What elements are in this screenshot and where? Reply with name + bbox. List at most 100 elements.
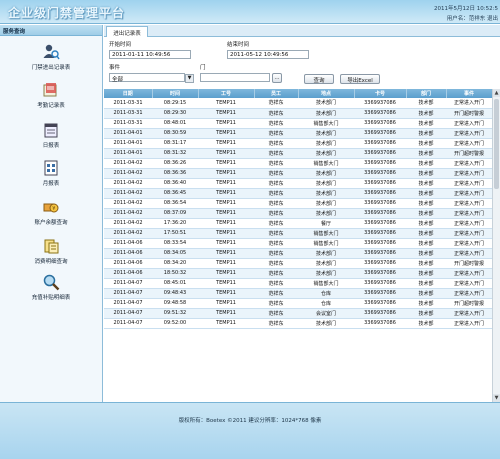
table-row[interactable]: 2011-04-02 17:50:51 TEMP11 范祥东 销售部大门 33699370… [104, 228, 492, 239]
table-cell: 技术部 [406, 238, 446, 249]
table-row[interactable]: 2011-04-02 08:37:09 TEMP11 范祥东 技术部门 336993708… [104, 208, 492, 219]
table-cell: 技术部门 [298, 268, 354, 279]
table-row[interactable]: 2011-04-02 17:36:20 TEMP11 范祥东 餐厅 3369937086 技… [104, 218, 492, 229]
event-select[interactable]: 全部 [109, 73, 185, 83]
sidebar-item-account-balance[interactable]: ¥ 账户余额查询 [0, 198, 102, 226]
door-browse-button[interactable]: ... [272, 73, 282, 83]
vertical-scrollbar[interactable]: ▲ ▼ [492, 89, 500, 402]
table-cell: 正常进入开门 [446, 178, 492, 189]
column-header: 地点 [298, 89, 355, 98]
table-cell: 技术部 [406, 98, 446, 109]
table-cell: TEMP11 [198, 268, 254, 279]
table-cell: 销售部大门 [298, 278, 354, 289]
table-cell: 技术部 [406, 118, 446, 129]
query-button[interactable]: 查询 [304, 74, 334, 84]
table-cell: 2011-03-31 [104, 98, 152, 109]
table-row[interactable]: 2011-04-06 18:50:32 TEMP11 范祥东 技术部门 336993708… [104, 268, 492, 279]
table-header-row: 日期 时间 工号 员工 地点 卡号 部门 事件 [104, 89, 493, 98]
scroll-up-arrow-icon[interactable]: ▲ [493, 89, 500, 97]
table-cell: 2011-04-02 [104, 158, 152, 169]
table-cell: 08:45:01 [152, 278, 198, 289]
scroll-down-arrow-icon[interactable]: ▼ [493, 394, 500, 402]
door-input[interactable] [200, 73, 270, 82]
table-row[interactable]: 2011-04-02 08:36:40 TEMP11 范祥东 技术部门 336993708… [104, 178, 492, 189]
start-time-input[interactable] [109, 50, 191, 59]
table-cell: TEMP11 [198, 308, 254, 319]
table-cell: TEMP11 [198, 238, 254, 249]
table-row[interactable]: 2011-04-01 08:31:32 TEMP11 范祥东 技术部门 336993708… [104, 148, 492, 159]
table-cell: 仓库 [298, 288, 354, 299]
sidebar: 服务查询 门禁进出记录表 考勤记录表 日报表 月报表 ¥ 账户余额查询 消费明细… [0, 25, 103, 402]
table-cell: 2011-04-06 [104, 258, 152, 269]
table-row[interactable]: 2011-04-07 08:45:01 TEMP11 范祥东 销售部大门 33699370… [104, 278, 492, 289]
table-cell: 范祥东 [254, 158, 298, 169]
app-footer: 版权所有：Boetex ©2011 建议分辨率：1024*768 像素 [0, 402, 500, 459]
table-cell: 08:36:45 [152, 188, 198, 199]
table-cell: 技术部门 [298, 168, 354, 179]
table-cell: 技术部 [406, 248, 446, 259]
table-cell: 3369937086 [354, 148, 406, 159]
table-cell: 3369937086 [354, 218, 406, 229]
table-row[interactable]: 2011-04-07 09:52:00 TEMP11 范祥东 技术部门 336993708… [104, 318, 492, 329]
table-row[interactable]: 2011-03-31 08:29:30 TEMP11 范祥东 技术部门 336993708… [104, 108, 492, 119]
table-row[interactable]: 2011-03-31 08:48:01 TEMP11 范祥东 销售部大门 33699370… [104, 118, 492, 129]
header-user[interactable]: 用户名：范祥东 退出 [447, 14, 498, 22]
sidebar-item-monthly-report[interactable]: 月报表 [0, 159, 102, 187]
table-cell: 3369937086 [354, 228, 406, 239]
table-row[interactable]: 2011-04-06 08:33:54 TEMP11 范祥东 销售部大门 33699370… [104, 238, 492, 249]
sidebar-item-daily-report[interactable]: 日报表 [0, 121, 102, 149]
table-cell: 3369937086 [354, 278, 406, 289]
sidebar-item-recharge-detail[interactable]: 充值补贴明细表 [0, 273, 102, 301]
table-row[interactable]: 2011-04-02 08:36:45 TEMP11 范祥东 技术部门 336993708… [104, 188, 492, 199]
table-cell: 范祥东 [254, 258, 298, 269]
table-cell: 技术部门 [298, 98, 354, 109]
table-cell: 3369937086 [354, 108, 406, 119]
chevron-down-icon[interactable]: ▼ [185, 74, 194, 83]
table-cell: 技术部 [406, 108, 446, 119]
sidebar-item-consumption-detail[interactable]: 消费明细查询 [0, 237, 102, 265]
filter-panel: 开始时间 结束时间 事件 全部 门 ... 查询 导出Excel [104, 38, 500, 88]
table-cell: 技术部 [406, 228, 446, 239]
table-cell: 2011-04-06 [104, 268, 152, 279]
table-row[interactable]: 2011-04-07 09:48:58 TEMP11 范祥东 仓库 3369937086 技… [104, 298, 492, 309]
scrollbar-thumb[interactable] [494, 99, 499, 189]
tab-bar: 进出记录表 [104, 25, 500, 37]
table-row[interactable]: 2011-04-02 08:36:26 TEMP11 范祥东 销售部大门 33699370… [104, 158, 492, 169]
sidebar-item-label: 月报表 [42, 181, 60, 187]
sidebar-item-label: 消费明细查询 [34, 259, 68, 265]
table-cell: 范祥东 [254, 118, 298, 129]
table-cell: 3369937086 [354, 238, 406, 249]
table-row[interactable]: 2011-04-01 08:30:59 TEMP11 范祥东 技术部门 336993708… [104, 128, 492, 139]
table-cell: TEMP11 [198, 288, 254, 299]
table-cell: TEMP11 [198, 248, 254, 259]
table-cell: 范祥东 [254, 168, 298, 179]
table-cell: 3369937086 [354, 288, 406, 299]
tab-access-records[interactable]: 进出记录表 [106, 26, 148, 37]
table-cell: 08:29:15 [152, 98, 198, 109]
sidebar-item-access-records[interactable]: 门禁进出记录表 [0, 43, 102, 71]
table-row[interactable]: 2011-04-02 08:36:54 TEMP11 范祥东 技术部门 336993708… [104, 198, 492, 209]
table-cell: 2011-04-07 [104, 308, 152, 319]
table-cell: 正常进入开门 [446, 98, 492, 109]
table-cell: 正常进入开门 [446, 248, 492, 259]
table-row[interactable]: 2011-04-06 08:34:20 TEMP11 范祥东 技术部门 336993708… [104, 258, 492, 269]
sidebar-item-attendance[interactable]: 考勤记录表 [0, 81, 102, 109]
table-row[interactable]: 2011-04-02 08:36:36 TEMP11 范祥东 技术部门 336993708… [104, 168, 492, 179]
table-cell: 范祥东 [254, 128, 298, 139]
table-cell: 仓库 [298, 298, 354, 309]
table-row[interactable]: 2011-04-06 08:34:05 TEMP11 范祥东 技术部门 336993708… [104, 248, 492, 259]
table-cell: TEMP11 [198, 218, 254, 229]
table-cell: TEMP11 [198, 278, 254, 289]
table-row[interactable]: 2011-04-07 09:48:43 TEMP11 范祥东 仓库 3369937086 技… [104, 288, 492, 299]
end-time-input[interactable] [227, 50, 309, 59]
export-excel-button[interactable]: 导出Excel [340, 74, 380, 84]
table-cell: 技术部 [406, 188, 446, 199]
table-body: 2011-03-31 08:29:15 TEMP11 范祥东 技术部门 336993708… [104, 98, 492, 329]
table-cell: 2011-04-07 [104, 318, 152, 329]
table-row[interactable]: 2011-04-07 09:51:32 TEMP11 范祥东 会议室门 336993708… [104, 308, 492, 319]
table-cell: 开门超时警报 [446, 258, 492, 269]
table-cell: 范祥东 [254, 208, 298, 219]
table-row[interactable]: 2011-04-01 08:31:17 TEMP11 范祥东 技术部门 336993708… [104, 138, 492, 149]
table-row[interactable]: 2011-03-31 08:29:15 TEMP11 范祥东 技术部门 336993708… [104, 98, 492, 109]
table-cell: 技术部 [406, 138, 446, 149]
